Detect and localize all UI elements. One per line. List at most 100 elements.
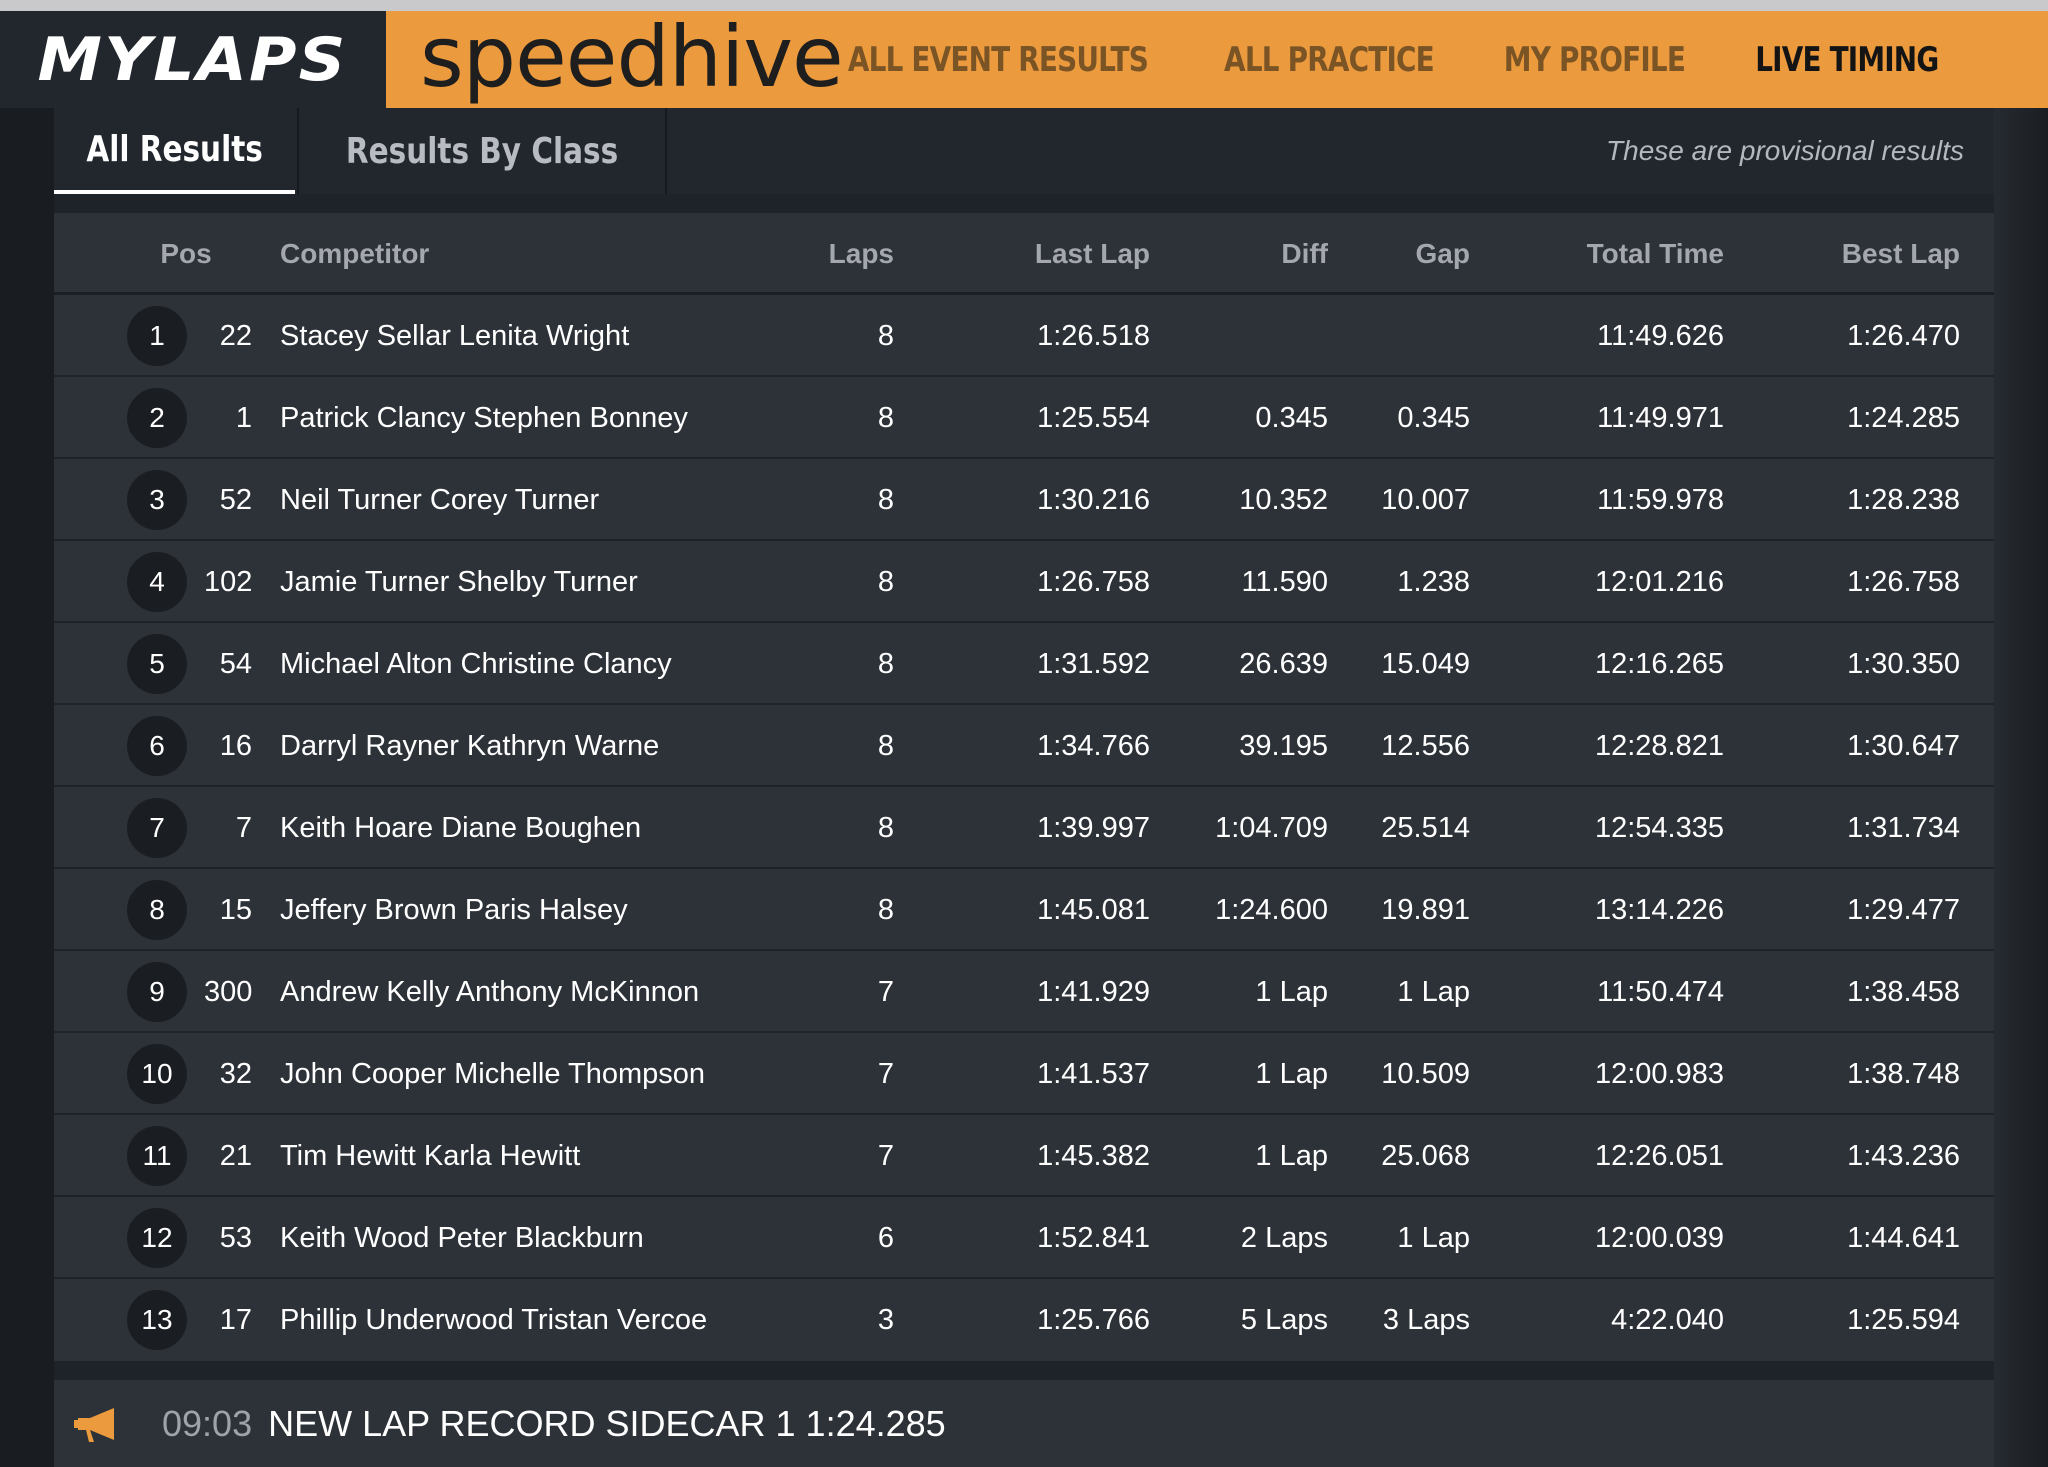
- table-row[interactable]: 5 54 Michael Alton Christine Clancy 8 1:…: [54, 623, 1994, 705]
- position-badge: 3: [127, 470, 187, 530]
- total-time-value: 13:14.226: [1594, 894, 1724, 926]
- position-badge: 12: [127, 1208, 187, 1268]
- gap-value: [1344, 295, 1470, 377]
- table-row[interactable]: 1 22 Stacey Sellar Lenita Wright 8 1:26.…: [54, 295, 1994, 377]
- laps-value: 8: [877, 402, 894, 434]
- competitor-number: 53: [219, 1222, 252, 1254]
- table-row[interactable]: 10 32 John Cooper Michelle Thompson 7 1:…: [54, 1033, 1994, 1115]
- best-lap-value: 1:26.470: [1847, 320, 1960, 352]
- best-lap-value: 1:43.236: [1847, 1140, 1960, 1172]
- diff-value: 1 Lap: [1255, 1058, 1328, 1090]
- table-row[interactable]: 8 15 Jeffery Brown Paris Halsey 8 1:45.0…: [54, 869, 1994, 951]
- page-margin-left: [0, 108, 54, 1467]
- total-time-value: 11:49.971: [1597, 402, 1724, 434]
- table-row[interactable]: 13 17 Phillip Underwood Tristan Vercoe 3…: [54, 1279, 1994, 1361]
- competitor-name[interactable]: Michael Alton Christine Clancy: [280, 623, 800, 705]
- nav-live-timing[interactable]: LIVE TIMING: [1755, 40, 1939, 80]
- position-badge: 7: [127, 798, 187, 858]
- competitor-number: 7: [235, 812, 252, 844]
- position-badge: 4: [127, 552, 187, 612]
- table-row[interactable]: 9 300 Andrew Kelly Anthony McKinnon 7 1:…: [54, 951, 1994, 1033]
- competitor-name[interactable]: Stacey Sellar Lenita Wright: [280, 295, 800, 377]
- competitor-name[interactable]: Patrick Clancy Stephen Bonney: [280, 377, 800, 459]
- total-time-value: 12:00.039: [1594, 1222, 1724, 1254]
- competitor-name[interactable]: Phillip Underwood Tristan Vercoe: [280, 1279, 800, 1361]
- last-lap-value: 1:39.997: [1037, 812, 1150, 844]
- laps-value: 8: [877, 894, 894, 926]
- page-margin-right: [1994, 108, 2048, 1467]
- total-time-value: 4:22.040: [1611, 1304, 1724, 1336]
- speedhive-wordmark[interactable]: speedhive: [420, 7, 844, 107]
- col-header-diff[interactable]: Diff: [1194, 213, 1328, 295]
- last-lap-value: 1:31.592: [1037, 648, 1150, 680]
- provisional-notice: These are provisional results: [1606, 135, 1964, 166]
- gap-value: 1 Lap: [1397, 1222, 1470, 1254]
- position-badge: 6: [127, 716, 187, 776]
- best-lap-value: 1:44.641: [1847, 1222, 1960, 1254]
- last-lap-value: 1:45.382: [1037, 1140, 1150, 1172]
- competitor-name[interactable]: Keith Hoare Diane Boughen: [280, 787, 800, 869]
- tab-all-results[interactable]: All Results: [54, 108, 295, 194]
- last-lap-value: 1:45.081: [1037, 894, 1150, 926]
- gap-value: 10.007: [1381, 484, 1470, 516]
- col-header-total-time[interactable]: Total Time: [1534, 213, 1724, 295]
- best-lap-value: 1:31.734: [1847, 812, 1960, 844]
- nav-all-event-results[interactable]: ALL EVENT RESULTS: [848, 40, 1149, 80]
- best-lap-value: 1:26.758: [1847, 566, 1960, 598]
- competitor-name[interactable]: Tim Hewitt Karla Hewitt: [280, 1115, 800, 1197]
- competitor-name[interactable]: Neil Turner Corey Turner: [280, 459, 800, 541]
- col-header-gap[interactable]: Gap: [1344, 213, 1470, 295]
- gap-value: 10.509: [1381, 1058, 1470, 1090]
- table-row[interactable]: 4 102 Jamie Turner Shelby Turner 8 1:26.…: [54, 541, 1994, 623]
- announcement-message: NEW LAP RECORD SIDECAR 1 1:24.285: [268, 1402, 946, 1444]
- competitor-name[interactable]: Andrew Kelly Anthony McKinnon: [280, 951, 800, 1033]
- tab-results-by-class[interactable]: Results By Class: [297, 108, 667, 194]
- announcement-bar: 09:03 NEW LAP RECORD SIDECAR 1 1:24.285: [54, 1380, 1994, 1467]
- gap-value: 3 Laps: [1382, 1304, 1470, 1336]
- competitor-name[interactable]: John Cooper Michelle Thompson: [280, 1033, 800, 1115]
- competitor-name[interactable]: Darryl Rayner Kathryn Warne: [280, 705, 800, 787]
- table-row[interactable]: 3 52 Neil Turner Corey Turner 8 1:30.216…: [54, 459, 1994, 541]
- diff-value: 1 Lap: [1255, 1140, 1328, 1172]
- table-row[interactable]: 2 1 Patrick Clancy Stephen Bonney 8 1:25…: [54, 377, 1994, 459]
- nav-my-profile[interactable]: MY PROFILE: [1503, 40, 1685, 80]
- competitor-name[interactable]: Jamie Turner Shelby Turner: [280, 541, 800, 623]
- results-tabs: All Results Results By Class These are p…: [54, 108, 1994, 194]
- competitor-number: 22: [219, 320, 252, 352]
- diff-value: 5 Laps: [1240, 1304, 1328, 1336]
- competitor-number: 1: [235, 402, 252, 434]
- total-time-value: 12:26.051: [1594, 1140, 1724, 1172]
- competitor-name[interactable]: Jeffery Brown Paris Halsey: [280, 869, 800, 951]
- col-header-laps[interactable]: Laps: [754, 213, 894, 295]
- laps-value: 8: [877, 648, 894, 680]
- table-row[interactable]: 12 53 Keith Wood Peter Blackburn 6 1:52.…: [54, 1197, 1994, 1279]
- last-lap-value: 1:25.766: [1037, 1304, 1150, 1336]
- diff-value: [1194, 295, 1328, 377]
- nav-all-practice[interactable]: ALL PRACTICE: [1224, 40, 1435, 80]
- col-header-pos[interactable]: Pos: [136, 213, 236, 295]
- last-lap-value: 1:41.929: [1037, 976, 1150, 1008]
- position-badge: 9: [127, 962, 187, 1022]
- col-header-last-lap[interactable]: Last Lap: [954, 213, 1150, 295]
- position-badge: 13: [127, 1290, 187, 1350]
- diff-value: 10.352: [1239, 484, 1328, 516]
- laps-value: 6: [877, 1222, 894, 1254]
- table-row[interactable]: 6 16 Darryl Rayner Kathryn Warne 8 1:34.…: [54, 705, 1994, 787]
- table-body: 1 22 Stacey Sellar Lenita Wright 8 1:26.…: [54, 295, 1994, 1361]
- mylaps-logo[interactable]: MYLAPS: [0, 11, 386, 108]
- last-lap-value: 1:30.216: [1037, 484, 1150, 516]
- total-time-value: 12:00.983: [1594, 1058, 1724, 1090]
- gap-value: 25.514: [1381, 812, 1470, 844]
- competitor-number: 52: [219, 484, 252, 516]
- table-header: Pos Competitor Laps Last Lap Diff Gap To…: [54, 213, 1994, 295]
- last-lap-value: 1:34.766: [1037, 730, 1150, 762]
- col-header-competitor[interactable]: Competitor: [280, 213, 800, 295]
- col-header-best-lap[interactable]: Best Lap: [1754, 213, 1960, 295]
- table-row[interactable]: 7 7 Keith Hoare Diane Boughen 8 1:39.997…: [54, 787, 1994, 869]
- laps-value: 7: [877, 976, 894, 1008]
- position-badge: 5: [127, 634, 187, 694]
- best-lap-value: 1:25.594: [1847, 1304, 1960, 1336]
- competitor-name[interactable]: Keith Wood Peter Blackburn: [280, 1197, 800, 1279]
- table-row[interactable]: 11 21 Tim Hewitt Karla Hewitt 7 1:45.382…: [54, 1115, 1994, 1197]
- laps-value: 3: [877, 1304, 894, 1336]
